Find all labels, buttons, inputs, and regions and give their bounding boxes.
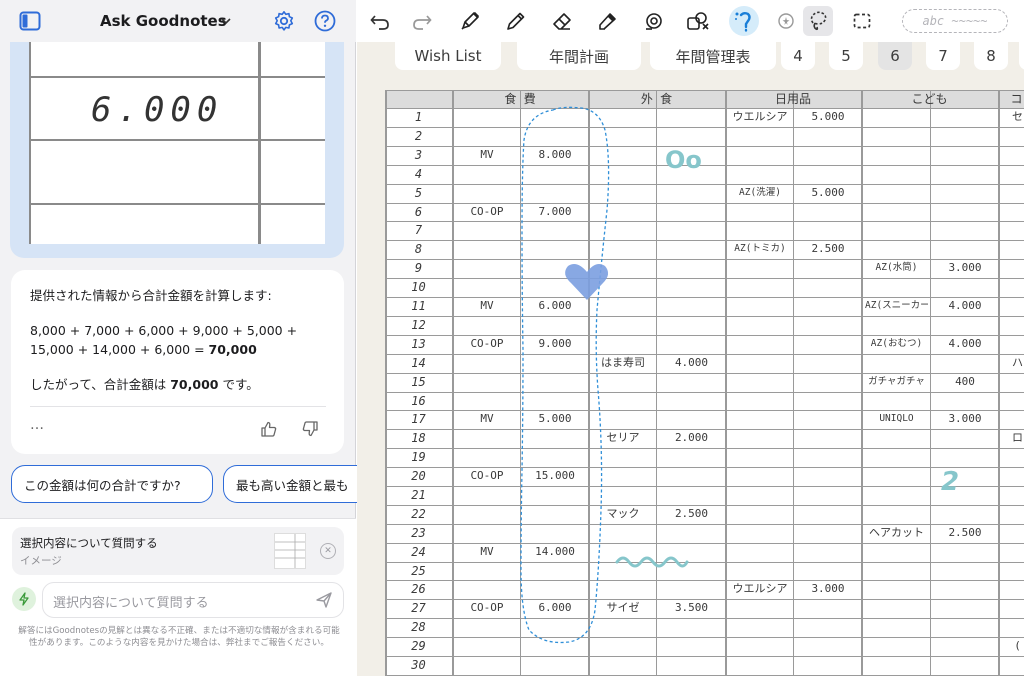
answer-intro: 提供された情報から合計金額を計算します: (30, 288, 272, 303)
preview-image: 6.000 (29, 42, 325, 244)
disclaimer-text: 解答にはGoodnotesの見解とは異なる不正確、または不適切な情報が含まれる可… (18, 626, 340, 648)
tab-7[interactable]: 7 (926, 42, 960, 70)
more-options-button[interactable]: … (30, 417, 45, 433)
undo-icon[interactable] (365, 6, 395, 36)
send-icon[interactable] (315, 591, 333, 609)
laser-pointer-icon[interactable] (729, 6, 759, 36)
toolbar: abc ~~~~~ (357, 0, 1024, 42)
suggestion-chip[interactable]: 最も高い金額と最も (223, 465, 368, 503)
redo-icon[interactable] (407, 6, 437, 36)
tab-wish-list[interactable]: Wish List (395, 42, 501, 70)
panel-title[interactable]: Ask Goodnotes (100, 12, 227, 30)
doodle-oo: Oo (665, 146, 702, 174)
help-icon[interactable] (313, 9, 337, 33)
selection-context-card: 選択内容について質問する イメージ ✕ (12, 527, 344, 575)
selection-subtitle: イメージ (20, 555, 62, 567)
ask-input-area: 選択内容について質問する イメージ ✕ 選択内容について質問する 解答にはGoo… (0, 518, 356, 676)
text-icon[interactable] (773, 6, 803, 36)
thumbs-up-icon[interactable] (260, 420, 278, 438)
selection-rect-icon[interactable] (847, 6, 877, 36)
selected-image-preview: 6.000 (10, 42, 344, 258)
answer-equation-line1: 8,000 + 7,000 + 6,000 + 9,000 + 5,000 + (30, 323, 298, 338)
answer-conclusion: したがって、合計金額は 70,000 です。 (30, 377, 259, 392)
suggestion-chip[interactable]: この金額は何の合計ですか? (11, 465, 213, 503)
tab-annual-management[interactable]: 年間管理表 (650, 42, 776, 70)
gear-icon[interactable] (272, 9, 296, 33)
lightning-icon[interactable] (12, 587, 36, 611)
doodle-number: 2 (941, 467, 959, 497)
pencil-icon[interactable] (501, 6, 531, 36)
ask-input-placeholder: 選択内容について質問する (53, 596, 209, 611)
sheet-annotations: Oo 2 (520, 106, 959, 644)
budget-sheet: 食 費外 食日用品 こどもコ 1 2 3 4 5 6 7 8 9 10 11 12 13 14 15 16 17 18… (385, 90, 1024, 676)
close-icon[interactable]: ✕ (320, 543, 336, 559)
divider (30, 406, 326, 407)
lasso-icon[interactable] (803, 6, 833, 36)
answer-equation-line2: 15,000 + 14,000 + 6,000 = 70,000 (30, 342, 257, 357)
sidebar-toggle-icon[interactable] (18, 9, 42, 33)
elements-icon[interactable] (683, 6, 713, 36)
ask-input[interactable]: 選択内容について質問する (42, 582, 344, 618)
wave-doodle (615, 556, 689, 568)
tab-4[interactable]: 4 (781, 42, 815, 70)
heart-sticker (565, 264, 609, 300)
shapes-icon[interactable] (639, 6, 669, 36)
answer-card: 提供された情報から合計金額を計算します: 8,000 + 7,000 + 6,0… (11, 270, 344, 454)
selection-thumbnail (274, 533, 306, 569)
search-handwriting-field[interactable]: abc ~~~~~ (902, 9, 1008, 33)
tab-6[interactable]: 6 (878, 42, 912, 70)
lasso-selection[interactable] (520, 106, 610, 644)
notebook-page: Wish List 年間計画 年間管理表 4 5 6 7 8 食 費外 食日用品… (357, 42, 1024, 676)
ask-goodnotes-panel: Ask Goodnotes 6.000 提供された情報から合計金額を計算します:… (0, 0, 368, 676)
panel-header: Ask Goodnotes (0, 0, 356, 42)
highlighter-icon[interactable] (592, 6, 622, 36)
preview-handwritten-value: 6.000 (91, 90, 224, 130)
tab-5[interactable]: 5 (829, 42, 863, 70)
thumbs-down-icon[interactable] (301, 420, 319, 438)
eraser-icon[interactable] (547, 6, 577, 36)
chevron-down-icon[interactable] (220, 13, 232, 32)
selection-title: 選択内容について質問する (20, 536, 158, 550)
tab-annual-plan[interactable]: 年間計画 (517, 42, 641, 70)
tab-more[interactable] (1019, 42, 1024, 70)
fountain-pen-icon[interactable] (455, 6, 485, 36)
tab-8[interactable]: 8 (974, 42, 1008, 70)
